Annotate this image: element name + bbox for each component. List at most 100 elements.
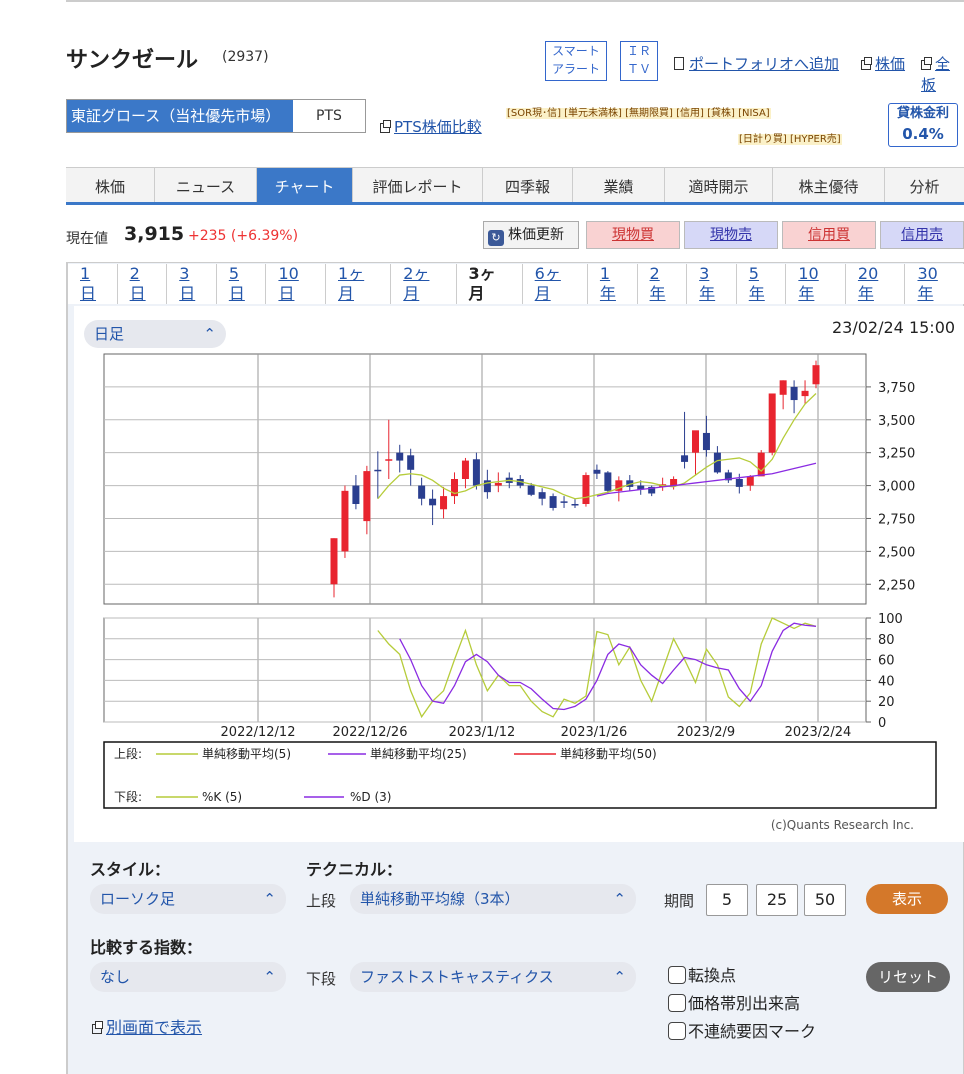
compare-select[interactable]: なし ⌃ bbox=[90, 962, 286, 992]
legend-d: %D (3) bbox=[350, 790, 391, 804]
candle-body bbox=[790, 386, 798, 401]
range-15[interactable]: 20年 bbox=[846, 264, 906, 304]
range-9[interactable]: 6ヶ月 bbox=[523, 264, 588, 304]
show-button[interactable]: 表示 bbox=[866, 884, 948, 914]
full-board-link[interactable]: 全板 bbox=[921, 53, 964, 95]
tags-row-2: [日計り買] [HYPER売] bbox=[738, 130, 842, 145]
candle-body bbox=[812, 365, 820, 385]
ir-line1: ＩＲ bbox=[626, 44, 651, 58]
turning-point-label: 転換点 bbox=[688, 966, 737, 985]
margin-sell-button[interactable]: 信用売 bbox=[880, 221, 964, 249]
candle-body bbox=[768, 393, 776, 453]
top-border bbox=[66, 0, 964, 2]
period-input-3[interactable]: 50 bbox=[804, 884, 846, 916]
tab-performance[interactable]: 業績 bbox=[573, 168, 665, 202]
tab-analysis[interactable]: 分析 bbox=[885, 168, 964, 202]
volume-by-price-checkbox[interactable]: 価格帯別出来高 bbox=[668, 990, 800, 1014]
compare-value: なし bbox=[100, 968, 131, 986]
candle-body bbox=[494, 482, 502, 486]
range-14[interactable]: 10年 bbox=[786, 264, 846, 304]
update-price-button[interactable]: ↻ 株価更新 bbox=[483, 221, 579, 249]
y-tick-label: 2,750 bbox=[878, 512, 915, 527]
candle-body bbox=[593, 469, 601, 474]
ir-line2: ＴＶ bbox=[626, 62, 651, 76]
candle-body bbox=[330, 538, 338, 585]
candle-body bbox=[418, 485, 426, 499]
main-nav: 株価 ニュース チャート 評価レポート 四季報 業績 適時開示 株主優待 分析 bbox=[66, 167, 964, 205]
candle-body bbox=[746, 476, 754, 486]
candle-body bbox=[604, 472, 612, 491]
stock-price-label: 株価 bbox=[875, 55, 906, 73]
lower-label: 下段 bbox=[306, 970, 337, 988]
smart-alert-button[interactable]: スマート アラート bbox=[545, 41, 607, 81]
checkbox-box bbox=[668, 994, 686, 1012]
y-tick-label: 2,250 bbox=[878, 578, 915, 593]
period-input-1[interactable]: 5 bbox=[706, 884, 748, 916]
smart-alert-line2: アラート bbox=[551, 62, 600, 76]
style-label: スタイル： bbox=[90, 860, 171, 879]
candle-body bbox=[571, 504, 579, 506]
market-pts[interactable]: PTS bbox=[293, 100, 365, 132]
candle-body bbox=[363, 471, 371, 522]
y-tick-label: 100 bbox=[878, 612, 903, 627]
tab-disclosure[interactable]: 適時開示 bbox=[665, 168, 773, 202]
reset-button[interactable]: リセット bbox=[866, 962, 950, 992]
external-window-icon bbox=[921, 57, 932, 70]
lending-rate-box[interactable]: 貸株金利 0.4% bbox=[888, 103, 958, 147]
add-portfolio-link[interactable]: ポートフォリオへ追加 bbox=[674, 53, 839, 74]
y-tick-label: 3,500 bbox=[878, 414, 915, 429]
range-10[interactable]: 1年 bbox=[588, 264, 638, 304]
range-16[interactable]: 30年 bbox=[905, 264, 964, 304]
chevron-updown-icon: ⌃ bbox=[613, 968, 626, 986]
candle-body bbox=[440, 496, 448, 510]
price-change: +235 (+6.39%) bbox=[188, 228, 299, 244]
x-tick-label: 2023/1/26 bbox=[561, 725, 628, 740]
range-4[interactable]: 5日 bbox=[217, 264, 267, 304]
range-12[interactable]: 3年 bbox=[687, 264, 737, 304]
refresh-icon: ↻ bbox=[488, 230, 504, 246]
popout-link[interactable]: 別画面で表示 bbox=[92, 1014, 202, 1038]
tab-price[interactable]: 株価 bbox=[66, 168, 155, 202]
candle-body bbox=[681, 455, 689, 462]
range-1[interactable]: 1日 bbox=[68, 264, 118, 304]
candle-body bbox=[472, 459, 480, 486]
upper-technical-value: 単純移動平均線（3本） bbox=[360, 890, 520, 908]
tags-line2: [日計り買] [HYPER売] bbox=[738, 134, 842, 145]
upper-technical-select[interactable]: 単純移動平均線（3本） ⌃ bbox=[350, 884, 636, 914]
y-tick-label: 3,750 bbox=[878, 381, 915, 396]
spot-buy-button[interactable]: 現物買 bbox=[586, 221, 680, 249]
range-7[interactable]: 2ヶ月 bbox=[391, 264, 457, 304]
tab-benefits[interactable]: 株主優待 bbox=[773, 168, 885, 202]
candle-body bbox=[670, 479, 678, 486]
candle-body bbox=[702, 432, 710, 451]
range-3[interactable]: 3日 bbox=[167, 264, 217, 304]
range-5[interactable]: 10日 bbox=[266, 264, 326, 304]
period-input-2[interactable]: 25 bbox=[756, 884, 798, 916]
stock-price-link[interactable]: 株価 bbox=[861, 53, 905, 74]
y-tick-label: 3,250 bbox=[878, 447, 915, 462]
style-value: ローソク足 bbox=[100, 890, 176, 908]
range-13[interactable]: 5年 bbox=[737, 264, 787, 304]
lower-technical-select[interactable]: ファストストキャスティクス ⌃ bbox=[350, 962, 636, 992]
turning-point-checkbox[interactable]: 転換点 bbox=[668, 962, 736, 986]
tab-shikiho[interactable]: 四季報 bbox=[483, 168, 573, 202]
range-2[interactable]: 2日 bbox=[118, 264, 168, 304]
range-8[interactable]: 3ヶ月 bbox=[457, 264, 523, 304]
pts-compare-link[interactable]: PTS株価比較 bbox=[380, 116, 482, 137]
range-11[interactable]: 2年 bbox=[638, 264, 688, 304]
tab-chart[interactable]: チャート bbox=[257, 168, 353, 202]
compare-label: 比較する指数： bbox=[90, 938, 203, 957]
discontinuity-mark-checkbox[interactable]: 不連続要因マーク bbox=[668, 1018, 816, 1042]
style-select[interactable]: ローソク足 ⌃ bbox=[90, 884, 286, 914]
candle-body bbox=[757, 452, 765, 477]
add-portfolio-label: ポートフォリオへ追加 bbox=[689, 55, 840, 73]
range-6[interactable]: 1ヶ月 bbox=[326, 264, 392, 304]
tab-report[interactable]: 評価レポート bbox=[353, 168, 483, 202]
tab-news[interactable]: ニュース bbox=[155, 168, 257, 202]
margin-buy-button[interactable]: 信用買 bbox=[782, 221, 876, 249]
stock-code: (2937) bbox=[222, 49, 269, 65]
market-tokyo-growth[interactable]: 東証グロース（当社優先市場） bbox=[67, 100, 293, 132]
ir-tv-button[interactable]: ＩＲ ＴＶ bbox=[620, 41, 658, 81]
legend-lower-label: 下段: bbox=[114, 789, 142, 804]
spot-sell-button[interactable]: 現物売 bbox=[684, 221, 778, 249]
